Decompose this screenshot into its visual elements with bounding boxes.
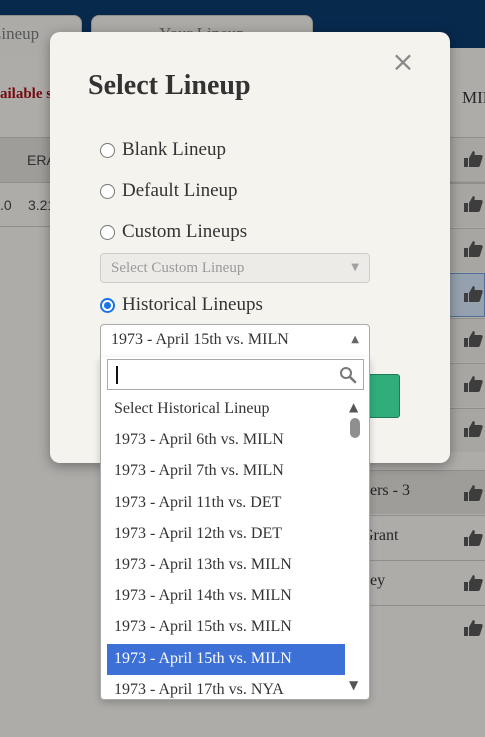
- radio-button[interactable]: [100, 142, 115, 158]
- radio-label: Custom Lineups: [122, 221, 248, 242]
- scroll-down-icon[interactable]: ▼: [349, 678, 358, 692]
- dropdown-option[interactable]: 1973 - April 17th vs. NYA: [107, 675, 345, 699]
- select-value: 1973 - April 15th vs. MILN: [111, 331, 289, 348]
- dropdown-options: Select Historical Lineup 1973 - April 6t…: [107, 394, 345, 699]
- custom-lineup-select[interactable]: Select Custom Lineup ▼: [100, 253, 370, 283]
- dropdown-option[interactable]: 1973 - April 13th vs. MILN: [107, 550, 345, 581]
- dropdown-option[interactable]: Select Historical Lineup: [107, 394, 345, 425]
- select-placeholder: Select Custom Lineup: [111, 260, 245, 276]
- dropdown-option[interactable]: 1973 - April 7th vs. MILN: [107, 456, 345, 487]
- radio-button[interactable]: [100, 224, 115, 240]
- radio-button[interactable]: [100, 183, 115, 199]
- text-caret: [116, 366, 118, 384]
- scroll-up-icon[interactable]: ▲: [349, 400, 358, 414]
- dropdown-search-input[interactable]: [107, 359, 364, 390]
- dropdown-option[interactable]: 1973 - April 15th vs. MILN: [107, 612, 345, 643]
- radio-custom-lineups[interactable]: Custom Lineups: [100, 220, 247, 244]
- radio-historical-lineups[interactable]: Historical Lineups: [100, 293, 263, 317]
- radio-button[interactable]: [100, 297, 115, 313]
- radio-label: Default Lineup: [122, 180, 238, 201]
- radio-label: Historical Lineups: [122, 294, 263, 315]
- chevron-up-icon: ▲: [351, 334, 359, 345]
- close-icon[interactable]: ×: [391, 48, 415, 76]
- dropdown-option[interactable]: 1973 - April 12th vs. DET: [107, 519, 345, 550]
- dropdown-option[interactable]: 1973 - April 6th vs. MILN: [107, 425, 345, 456]
- dropdown-option[interactable]: 1973 - April 14th vs. MILN: [107, 581, 345, 612]
- chevron-down-icon: ▼: [351, 262, 359, 273]
- modal-title: Select Lineup: [88, 70, 251, 101]
- radio-default-lineup[interactable]: Default Lineup: [100, 179, 238, 203]
- scrollbar-thumb[interactable]: [350, 418, 360, 438]
- historical-lineup-select[interactable]: 1973 - April 15th vs. MILN ▲: [100, 324, 370, 358]
- dropdown-option[interactable]: 1973 - April 15th vs. MILN: [107, 643, 345, 675]
- historical-lineup-dropdown: Select Historical Lineup 1973 - April 6t…: [100, 357, 370, 700]
- dropdown-option[interactable]: 1973 - April 11th vs. DET: [107, 488, 345, 519]
- radio-label: Blank Lineup: [122, 139, 226, 160]
- search-icon: [340, 367, 357, 384]
- radio-blank-lineup[interactable]: Blank Lineup: [100, 138, 226, 162]
